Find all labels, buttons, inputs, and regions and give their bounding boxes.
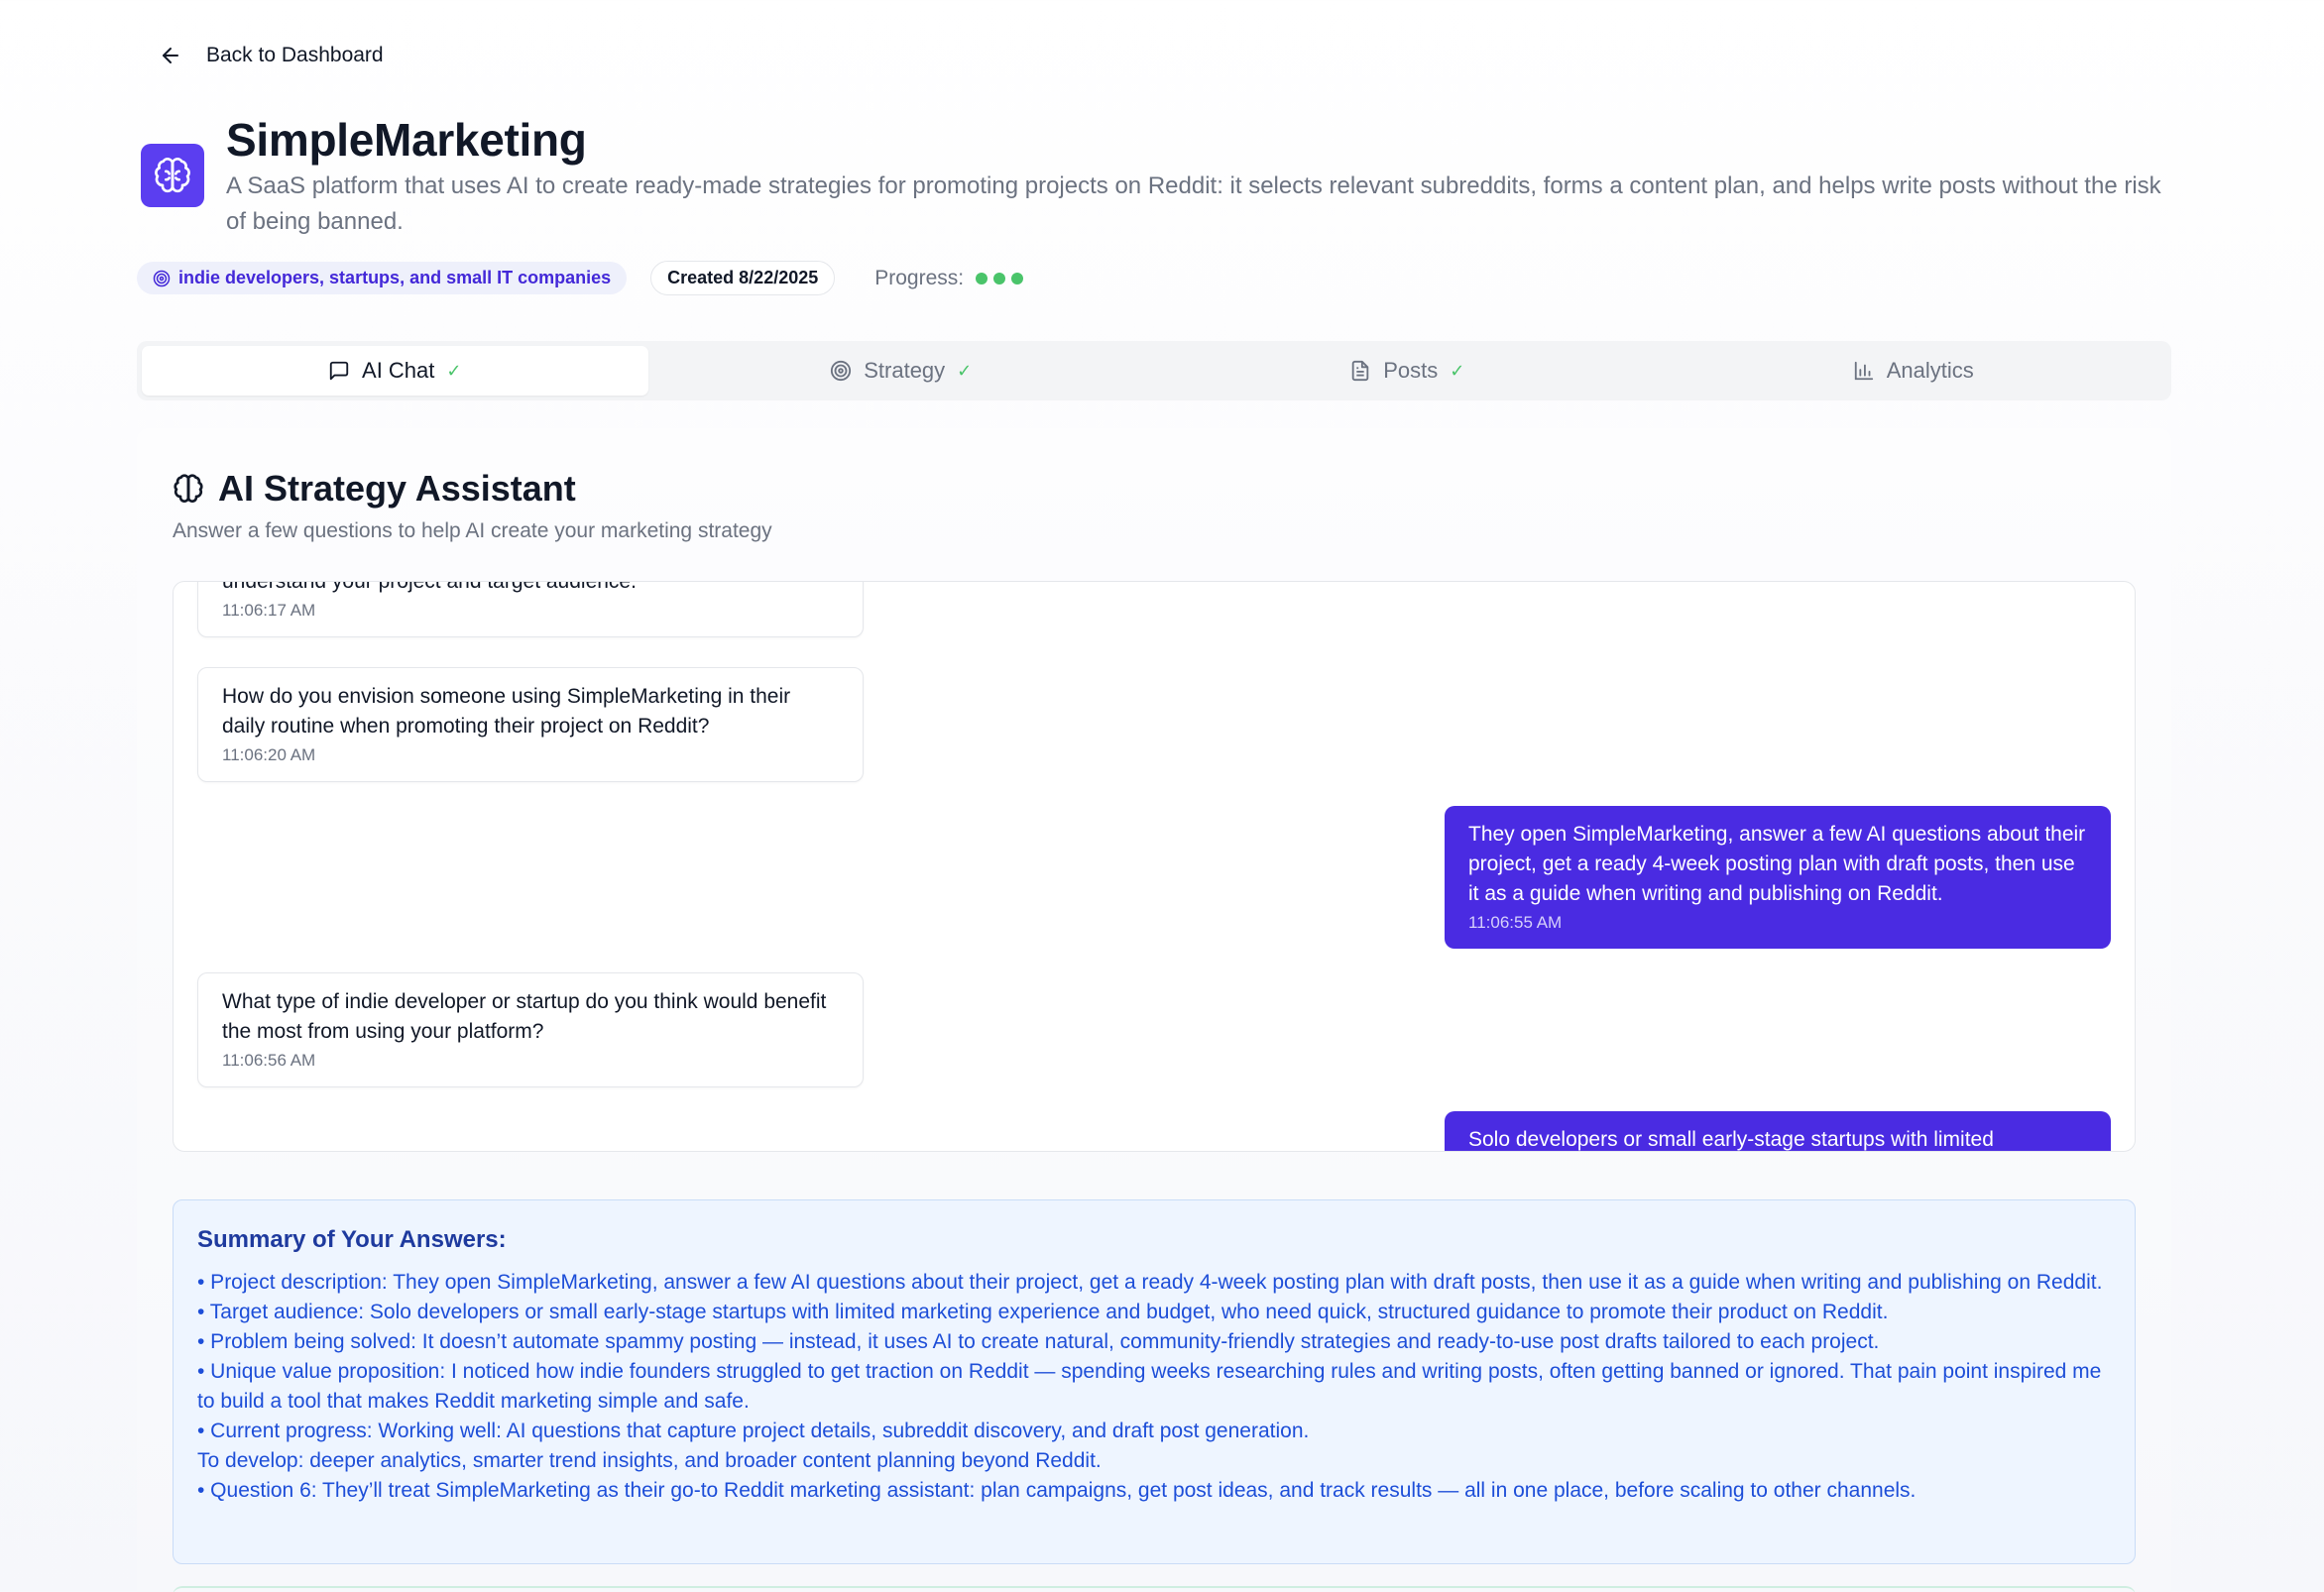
brain-icon [174, 474, 203, 503]
tab-ai-chat[interactable]: AI Chat ✓ [142, 346, 648, 396]
message-text: They open SimpleMarketing, answer a few … [1468, 823, 2086, 905]
chat-scroll-area[interactable]: understand your project and target audie… [173, 581, 2136, 1152]
created-date-badge: Created 8/22/2025 [650, 261, 836, 295]
tab-posts[interactable]: Posts ✓ [1154, 346, 1661, 396]
message-time: 11:06:56 AM [222, 1051, 316, 1070]
tab-label: Analytics [1886, 358, 1974, 383]
message-time: 11:06:20 AM [222, 745, 316, 764]
assistant-heading: AI Strategy Assistant [173, 468, 576, 510]
tab-label: Posts [1383, 358, 1439, 383]
file-text-icon [1351, 360, 1369, 382]
message-time: 11:06:55 AM [1468, 913, 1563, 932]
message-time: 11:06:17 AM [222, 601, 316, 620]
message-text: What type of indie developer or startup … [222, 990, 827, 1043]
project-description: A SaaS platform that uses AI to create r… [226, 172, 2161, 235]
summary-line: • Target audience: Solo developers or sm… [197, 1301, 1889, 1323]
target-icon [831, 360, 852, 382]
back-to-dashboard-link[interactable]: Back to Dashboard [159, 44, 384, 67]
chat-message-ai: How do you envision someone using Simple… [197, 667, 864, 782]
tab-label: AI Chat [362, 358, 435, 383]
back-label: Back to Dashboard [206, 44, 384, 66]
check-icon: ✓ [1450, 360, 1465, 381]
arrow-left-icon [163, 48, 178, 63]
summary-line: • Current progress: Working well: AI que… [197, 1420, 1310, 1442]
audience-text: indie developers, startups, and small IT… [178, 268, 612, 287]
message-text: understand your project and target audie… [222, 581, 637, 593]
tab-strategy[interactable]: Strategy ✓ [648, 346, 1155, 396]
chat-message-user: Solo developers or small early-stage sta… [1445, 1111, 2111, 1151]
audience-badge: indie developers, startups, and small IT… [137, 262, 628, 294]
bar-chart-icon [1854, 361, 1873, 381]
check-icon: ✓ [446, 360, 462, 381]
tab-label: Strategy [864, 358, 946, 383]
progress-label: Progress: [874, 266, 965, 289]
chat-message-ai: What type of indie developer or startup … [197, 972, 864, 1087]
project-tabs: AI Chat ✓ Strategy ✓ Posts ✓ Analytics [137, 341, 2171, 400]
message-square-icon [329, 361, 349, 381]
message-text: Solo developers or small early-stage sta… [1468, 1128, 1994, 1151]
project-meta: indie developers, startups, and small IT… [137, 261, 1024, 295]
summary-line: • Project description: They open SimpleM… [197, 1271, 2103, 1294]
next-card-edge [173, 1586, 2136, 1592]
progress-dot [1011, 272, 1024, 284]
chat-message-user: They open SimpleMarketing, answer a few … [1445, 806, 2111, 949]
progress-dots [976, 272, 1024, 284]
project-title: SimpleMarketing [226, 114, 587, 166]
message-text: How do you envision someone using Simple… [222, 685, 791, 738]
assistant-subtitle: Answer a few questions to help AI create… [173, 519, 772, 542]
summary-line: To develop: deeper analytics, smarter tr… [197, 1449, 1102, 1472]
tab-analytics[interactable]: Analytics [1661, 346, 2167, 396]
check-icon: ✓ [957, 360, 973, 381]
progress-dot [976, 272, 988, 284]
target-icon [153, 270, 171, 286]
brain-app-icon [141, 144, 204, 207]
summary-line: • Question 6: They’ll treat SimpleMarket… [197, 1479, 1917, 1502]
chat-message-ai: understand your project and target audie… [197, 581, 864, 637]
progress-indicator: Progress: [874, 266, 1024, 290]
summary-title: Summary of Your Answers: [197, 1226, 507, 1253]
brain-icon [155, 158, 190, 193]
assistant-title: AI Strategy Assistant [218, 468, 576, 509]
progress-dot [993, 272, 1006, 284]
summary-line: • Unique value proposition: I noticed ho… [197, 1360, 2102, 1413]
answers-summary: Summary of Your Answers: • Project descr… [173, 1199, 2136, 1564]
summary-line: • Problem being solved: It doesn’t autom… [197, 1330, 1880, 1353]
